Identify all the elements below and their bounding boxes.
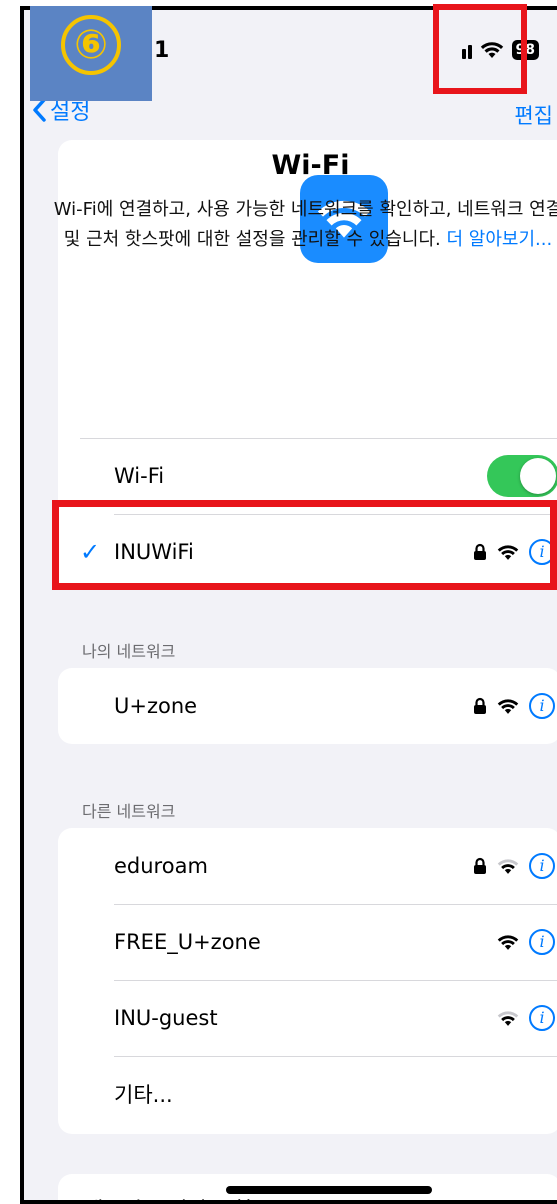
- page-title: Wi-Fi: [271, 150, 350, 181]
- divider: [114, 980, 557, 981]
- network-row-inu-guest[interactable]: INU-guest i: [58, 980, 557, 1056]
- ask-to-join-label: 네트워크 연결 요청: [84, 1194, 252, 1200]
- network-status-icons: i: [473, 853, 555, 879]
- page-description: Wi-Fi에 연결하고, 사용 가능한 네트워크를 확인하고, 네트워크 연결 …: [48, 195, 557, 255]
- network-row-free-uzone[interactable]: FREE_U+zone i: [58, 904, 557, 980]
- status-icons-highlight: [433, 4, 527, 94]
- network-name: FREE_U+zone: [114, 930, 261, 954]
- divider: [114, 904, 557, 905]
- toggle-knob: [520, 458, 556, 494]
- divider: [80, 438, 557, 439]
- wifi-signal-icon: [497, 698, 519, 714]
- wifi-signal-icon: [497, 1010, 519, 1026]
- info-icon[interactable]: i: [529, 1005, 555, 1031]
- network-name: INU-guest: [114, 1006, 218, 1030]
- learn-more-link[interactable]: 더 알아보기...: [447, 229, 553, 250]
- info-icon[interactable]: i: [529, 693, 555, 719]
- wifi-toggle-label: Wi-Fi: [114, 464, 165, 488]
- wifi-signal-icon: [497, 858, 519, 874]
- phone-screen: 1 98 설정 편집 Wi-Fi Wi-Fi에 연결하고, 사용 가능한 네트워…: [20, 6, 557, 1204]
- chevron-left-icon: [33, 98, 46, 122]
- network-status-icons: i: [473, 693, 555, 719]
- status-time: 1: [154, 38, 170, 63]
- wifi-toggle-switch[interactable]: [487, 455, 557, 497]
- network-row-uzone[interactable]: U+zone i: [58, 668, 557, 744]
- network-row-other[interactable]: 기타...: [58, 1056, 557, 1132]
- network-name: U+zone: [114, 694, 198, 718]
- left-margin: [0, 0, 20, 1204]
- edit-button[interactable]: 편집: [514, 100, 553, 130]
- network-row-eduroam[interactable]: eduroam i: [58, 828, 557, 904]
- step-badge: ⑥: [30, 6, 152, 101]
- ask-to-join-value: 알림 >: [484, 1196, 541, 1200]
- lock-icon: [474, 857, 486, 874]
- info-icon[interactable]: i: [529, 929, 555, 955]
- other-network-label: 기타...: [114, 1083, 173, 1107]
- network-status-icons: i: [497, 929, 555, 955]
- lock-icon: [474, 697, 486, 714]
- connected-network-highlight: [52, 500, 557, 590]
- step-number: ⑥: [61, 15, 121, 75]
- wifi-signal-icon: [497, 934, 519, 950]
- my-networks-card: U+zone i: [58, 668, 557, 744]
- network-status-icons: i: [497, 1005, 555, 1031]
- divider: [114, 1056, 557, 1057]
- other-networks-header: 다른 네트워크: [82, 802, 176, 821]
- network-name: eduroam: [114, 854, 208, 878]
- home-indicator: [226, 1186, 432, 1194]
- info-icon[interactable]: i: [529, 853, 555, 879]
- other-networks-card: eduroam i FREE_U+zone i INU-guest i 기타..…: [58, 828, 557, 1134]
- my-networks-header: 나의 네트워크: [82, 642, 176, 661]
